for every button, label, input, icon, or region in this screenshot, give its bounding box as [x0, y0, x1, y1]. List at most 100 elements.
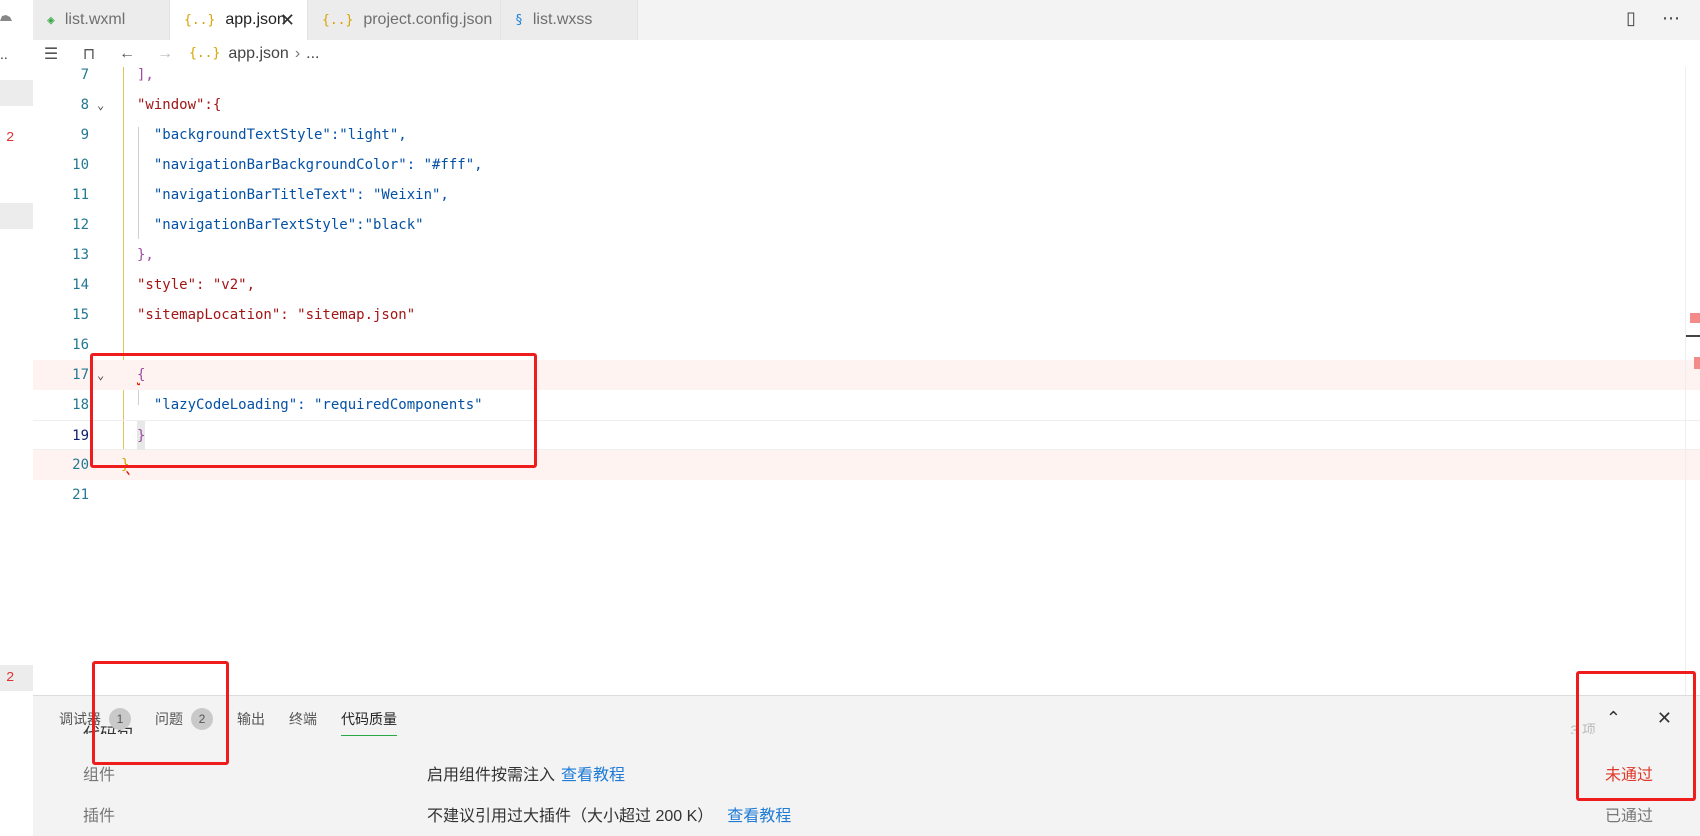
code-text: "window":{ [137, 97, 222, 113]
tab-label: 问题 [155, 711, 183, 727]
selected-row-shade [0, 203, 33, 229]
line-number: 8 [80, 97, 89, 113]
wxml-file-icon: ◈ [47, 12, 55, 28]
line-number: 14 [72, 277, 89, 293]
breadcrumb: ☰ ⊓ ← → {..} app.json › ... [33, 40, 1700, 67]
code-line: 14 "style": "v2", [33, 270, 1700, 300]
line-number: 10 [72, 157, 89, 173]
back-arrow-icon[interactable]: ← [119, 45, 135, 63]
tutorial-link[interactable]: 查看教程 [727, 802, 791, 826]
code-line: 10 "navigationBarBackgroundColor": "#fff… [33, 150, 1700, 180]
tab-list-wxss[interactable]: § list.wxss [501, 0, 638, 40]
line-number: 7 [80, 67, 89, 83]
forward-arrow-icon[interactable]: → [157, 45, 173, 63]
code-line: 16 [33, 330, 1700, 360]
cloud-icon[interactable] [0, 12, 12, 24]
tab-label: list.wxml [64, 11, 126, 28]
overview-ruler[interactable] [1685, 67, 1700, 695]
code-line: 8 ⌄ "window":{ [33, 90, 1700, 120]
tutorial-link[interactable]: 查看教程 [561, 761, 625, 785]
code-line: 21 [33, 480, 1700, 510]
activity-strip: .. 2 2 [0, 0, 34, 835]
code-text: } [121, 457, 130, 473]
tab-label: project.config.json [363, 11, 493, 28]
tab-label: app.json [225, 11, 286, 28]
row-category: 插件 [83, 808, 116, 825]
code-line-current: 19 } [33, 420, 1700, 451]
collapse-panel-icon[interactable]: ⌃ [1606, 708, 1621, 729]
selected-row-shade [0, 665, 33, 691]
line-number: 15 [72, 307, 89, 323]
code-text: "style": "v2", [137, 277, 256, 293]
code-text: "navigationBarTitleText": "Weixin", [137, 187, 449, 203]
problem-count-marker: 2 [6, 670, 15, 686]
tab-label: 代码质量 [341, 711, 397, 727]
tab-list-wxml[interactable]: ◈ list.wxml [33, 0, 170, 40]
error-marker [1690, 313, 1700, 323]
quality-row: 插件 不建议引用过大插件（大小超过 200 K） 查看教程 已通过 [83, 800, 1653, 828]
line-number: 18 [72, 397, 89, 413]
code-line: 11 "navigationBarTitleText": "Weixin", [33, 180, 1700, 210]
code-line: 9 "backgroundTextStyle":"light", [33, 120, 1700, 150]
code-editor[interactable]: 7 ], 8 ⌄ "window":{ 9 "backgroundTextSty… [33, 67, 1700, 695]
chevron-right-icon: › [294, 44, 301, 62]
split-editor-icon[interactable]: ▯ [1626, 8, 1636, 29]
code-text: "navigationBarTextStyle":"black" [137, 217, 424, 233]
tab-problems[interactable]: 问题 2 [155, 706, 213, 732]
line-number: 13 [72, 247, 89, 263]
breadcrumb-rest[interactable]: ... [306, 45, 319, 63]
code-text: "sitemapLocation": "sitemap.json" [137, 307, 416, 323]
tab-label: list.wxss [532, 11, 593, 28]
close-icon[interactable]: ✕ [1657, 708, 1672, 729]
code-line-error: 17 ⌄ { [33, 360, 1700, 390]
line-number: 16 [72, 337, 89, 353]
json-file-icon: {..} [189, 46, 221, 61]
editor-tab-bar: ◈ list.wxml {..} app.json ✕ {..} project… [33, 0, 1700, 41]
code-text: { [137, 367, 146, 383]
code-line: 13 }, [33, 240, 1700, 270]
count-badge: 1 [109, 708, 131, 730]
fold-chevron-icon[interactable]: ⌄ [97, 90, 104, 120]
code-text: }, [137, 247, 154, 263]
code-line: 18 "lazyCodeLoading": "requiredComponent… [33, 390, 1700, 420]
breadcrumb-file[interactable]: app.json [228, 45, 289, 63]
code-line: 7 ], [33, 67, 1700, 90]
more-dots[interactable]: .. [0, 46, 8, 62]
code-text: "navigationBarBackgroundColor": "#fff", [137, 157, 483, 173]
fold-chevron-icon[interactable]: ⌄ [97, 360, 104, 390]
line-number: 20 [72, 457, 89, 473]
tab-terminal[interactable]: 终端 [289, 706, 317, 732]
item-count: 3 项 [1570, 722, 1596, 734]
count-badge: 2 [191, 708, 213, 730]
css-file-icon: § [515, 12, 523, 28]
line-number: 11 [72, 187, 89, 203]
code-text: ], [137, 67, 154, 83]
code-line-error: 20 } [33, 450, 1700, 480]
close-icon[interactable]: ✕ [280, 10, 295, 31]
panel-tabs: 调试器 1 问题 2 输出 终端 代码质量 [59, 706, 397, 736]
tab-label: 输出 [237, 711, 265, 727]
code-text: } [137, 421, 146, 451]
outline-list-icon[interactable]: ☰ [43, 44, 59, 64]
tab-debugger[interactable]: 调试器 1 [59, 706, 131, 732]
json-file-icon: {..} [184, 12, 216, 28]
bookmark-icon[interactable]: ⊓ [81, 44, 97, 64]
quality-row: 组件 启用组件按需注入 查看教程 未通过 [83, 759, 1653, 787]
selected-row-shade [0, 80, 33, 106]
tab-output[interactable]: 输出 [237, 706, 265, 732]
code-line: 15 "sitemapLocation": "sitemap.json" [33, 300, 1700, 330]
tab-app-json[interactable]: {..} app.json ✕ [170, 0, 308, 40]
code-text: "lazyCodeLoading": "requiredComponents" [137, 397, 483, 413]
row-description: 不建议引用过大插件（大小超过 200 K） [427, 808, 714, 825]
row-description: 启用组件按需注入 [427, 767, 556, 784]
line-number: 12 [72, 217, 89, 233]
error-marker [1694, 357, 1700, 369]
tab-label: 调试器 [59, 711, 101, 727]
line-number: 9 [80, 127, 89, 143]
status-badge: 已通过 [1604, 808, 1653, 825]
tab-project-config-json[interactable]: {..} project.config.json [308, 0, 501, 40]
tab-code-quality[interactable]: 代码质量 [341, 706, 397, 736]
code-line: 12 "navigationBarTextStyle":"black" [33, 210, 1700, 240]
line-number: 19 [72, 428, 89, 444]
more-actions-icon[interactable]: ⋯ [1662, 8, 1680, 29]
